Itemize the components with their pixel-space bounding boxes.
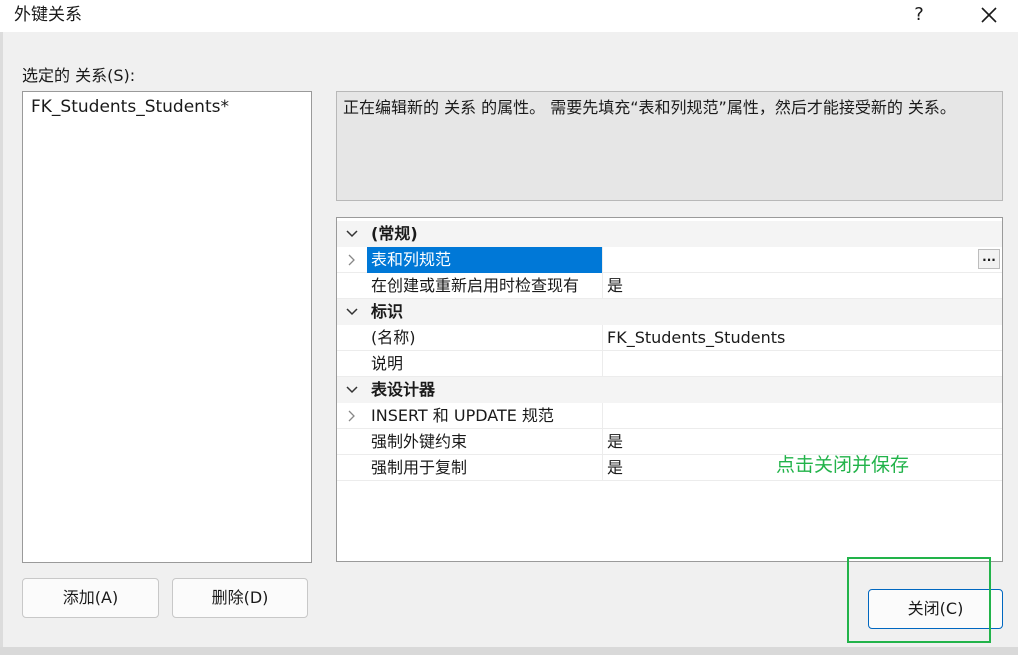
property-name[interactable]: 强制用于复制	[367, 455, 603, 481]
property-value[interactable]	[603, 351, 1002, 377]
category-label: 标识	[371, 302, 404, 321]
property-value[interactable]	[603, 403, 1002, 429]
window-title: 外键关系	[14, 5, 82, 25]
property-table-column-spec[interactable]: 表和列规范 ...	[337, 247, 1002, 273]
chevron-right-icon[interactable]	[337, 403, 366, 429]
delete-button[interactable]: 删除(D)	[172, 578, 308, 618]
property-value[interactable]: 是	[603, 273, 1002, 299]
chevron-right-icon[interactable]	[337, 247, 366, 273]
annotation-text: 点击关闭并保存	[776, 454, 910, 476]
title-bar: 外键关系 ?	[0, 0, 1018, 32]
help-button[interactable]: ?	[904, 2, 934, 28]
background-window-edge	[0, 647, 1018, 655]
property-check-existing[interactable]: 在创建或重新启用时检查现有 是	[337, 273, 1002, 299]
category-label: 表设计器	[371, 380, 436, 399]
list-item[interactable]: FK_Students_Students*	[31, 97, 229, 117]
ellipsis-button[interactable]: ...	[978, 249, 1000, 269]
window-edge	[0, 32, 3, 655]
chevron-down-icon[interactable]	[337, 221, 366, 247]
close-icon[interactable]	[974, 2, 1004, 28]
relationship-list[interactable]: FK_Students_Students*	[22, 91, 312, 563]
property-name[interactable]: 表和列规范	[367, 247, 603, 273]
property-description[interactable]: 说明	[337, 351, 1002, 377]
category-label: (常规)	[371, 224, 418, 243]
property-grid[interactable]: (常规) 表和列规范 ... 在创建或重新启用时检查现有 是 标识 (名称) F…	[336, 217, 1003, 562]
chevron-down-icon[interactable]	[337, 299, 366, 325]
property-name[interactable]: 在创建或重新启用时检查现有	[367, 273, 603, 299]
property-value[interactable]: FK_Students_Students	[603, 325, 1002, 351]
category-identity[interactable]: 标识	[337, 299, 1002, 325]
property-name[interactable]: INSERT 和 UPDATE 规范	[367, 403, 603, 429]
property-name-row[interactable]: (名称) FK_Students_Students	[337, 325, 1002, 351]
category-table-designer[interactable]: 表设计器	[337, 377, 1002, 403]
selected-relationships-label: 选定的 关系(S):	[22, 66, 136, 85]
property-name[interactable]: (名称)	[367, 325, 603, 351]
property-name[interactable]: 说明	[367, 351, 603, 377]
category-general[interactable]: (常规)	[337, 221, 1002, 247]
annotation-highlight-box	[847, 557, 991, 643]
property-value[interactable]	[603, 247, 1002, 273]
property-name[interactable]: 强制外键约束	[367, 429, 603, 455]
add-button[interactable]: 添加(A)	[22, 578, 159, 618]
chevron-down-icon[interactable]	[337, 377, 366, 403]
property-insert-update-spec[interactable]: INSERT 和 UPDATE 规范	[337, 403, 1002, 429]
description-box: 正在编辑新的 关系 的属性。 需要先填充“表和列规范”属性，然后才能接受新的 关…	[336, 91, 1003, 201]
